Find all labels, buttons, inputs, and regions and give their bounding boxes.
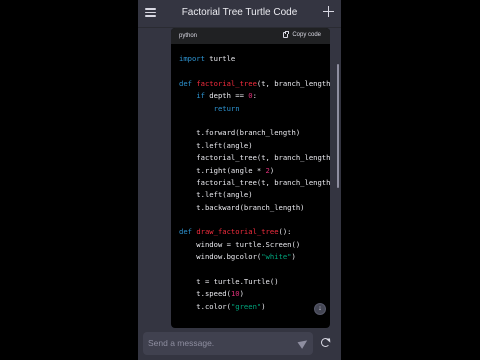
code-line: def draw_factorial_tree(): xyxy=(179,226,330,238)
code-token: t.backward(branch_length) xyxy=(179,202,305,212)
arrow-down-icon: ↓ xyxy=(318,305,322,312)
code-token: factorial_tree(t, branch_length xyxy=(179,177,330,187)
code-token: 10 xyxy=(230,289,240,299)
code-token: t.speed( xyxy=(179,289,231,299)
code-line: t = turtle.Turtle() xyxy=(179,276,330,288)
new-chat-plus-icon[interactable] xyxy=(323,6,334,17)
code-token: ) xyxy=(291,252,296,262)
code-line: t.speed(10) xyxy=(179,288,330,300)
code-line: t.left(angle) xyxy=(179,189,330,201)
code-block-header: python Copy code xyxy=(171,28,330,44)
code-line: if depth == 0: xyxy=(179,90,330,102)
code-token: "green" xyxy=(230,301,262,311)
code-token: t.left(angle) xyxy=(179,140,253,150)
chat-screen: Factorial Tree Turtle Code python Copy c… xyxy=(138,0,341,360)
code-block: python Copy code import turtle def facto… xyxy=(171,28,330,328)
code-line: import turtle xyxy=(179,53,330,65)
code-line: t.backward(branch_length) xyxy=(179,202,330,214)
code-token: t.right(angle * xyxy=(179,165,266,175)
code-line: t.right(angle * 2) xyxy=(179,165,330,177)
code-line: window = turtle.Screen() xyxy=(179,239,330,251)
code-token: draw_factorial_tree xyxy=(196,227,279,237)
code-token: def xyxy=(179,227,192,237)
code-token: factorial_tree xyxy=(196,78,257,88)
clipboard-icon xyxy=(283,31,289,38)
code-line: window.bgcolor("white") xyxy=(179,251,330,263)
code-token: turtle xyxy=(204,54,236,63)
code-line: t.left(angle) xyxy=(179,140,330,152)
copy-code-label: Copy code xyxy=(292,32,321,38)
code-token: ) xyxy=(269,165,275,175)
composer-bar: Send a message. xyxy=(138,328,341,360)
scroll-to-bottom-button[interactable]: ↓ xyxy=(314,303,326,315)
code-token: ) xyxy=(261,301,266,311)
code-token: t.color( xyxy=(179,301,231,311)
send-icon[interactable] xyxy=(297,337,310,349)
code-token: window.bgcolor( xyxy=(179,252,262,262)
code-token: (): xyxy=(278,227,292,237)
code-token: return xyxy=(213,103,240,113)
code-line: return xyxy=(179,103,330,115)
code-language-label: python xyxy=(179,33,198,39)
code-token: def xyxy=(179,78,192,88)
scrollbar[interactable] xyxy=(337,64,339,188)
code-token: import xyxy=(179,54,205,63)
code-content: import turtle def factorial_tree(t, bran… xyxy=(179,53,330,313)
regenerate-icon[interactable] xyxy=(321,338,330,347)
code-token: t.forward(branch_length) xyxy=(179,128,301,138)
code-line: t.color("green") xyxy=(179,301,330,313)
chat-title: Factorial Tree Turtle Code xyxy=(181,7,298,18)
code-token: if xyxy=(196,91,205,101)
code-line: t.forward(branch_length) xyxy=(179,127,330,139)
code-line: def factorial_tree(t, branch_length xyxy=(179,78,330,90)
message-input-placeholder: Send a message. xyxy=(148,338,215,348)
code-token: : xyxy=(252,91,257,101)
top-bar: Factorial Tree Turtle Code xyxy=(138,0,341,28)
hamburger-menu-icon[interactable] xyxy=(145,8,156,17)
code-token: t = turtle.Turtle() xyxy=(179,277,279,287)
code-line: factorial_tree(t, branch_length xyxy=(179,177,330,189)
code-token: window = turtle.Screen() xyxy=(179,239,301,249)
code-token: ) xyxy=(239,289,244,299)
code-token: (t, branch_length xyxy=(256,78,330,88)
copy-code-button[interactable]: Copy code xyxy=(283,31,321,38)
message-input[interactable]: Send a message. xyxy=(143,332,313,355)
code-token: depth == xyxy=(204,91,249,101)
code-line: factorial_tree(t, branch_length xyxy=(179,152,330,164)
code-token: t.left(angle) xyxy=(179,190,253,200)
code-token: "white" xyxy=(261,252,292,262)
code-token: factorial_tree(t, branch_length xyxy=(179,153,330,163)
